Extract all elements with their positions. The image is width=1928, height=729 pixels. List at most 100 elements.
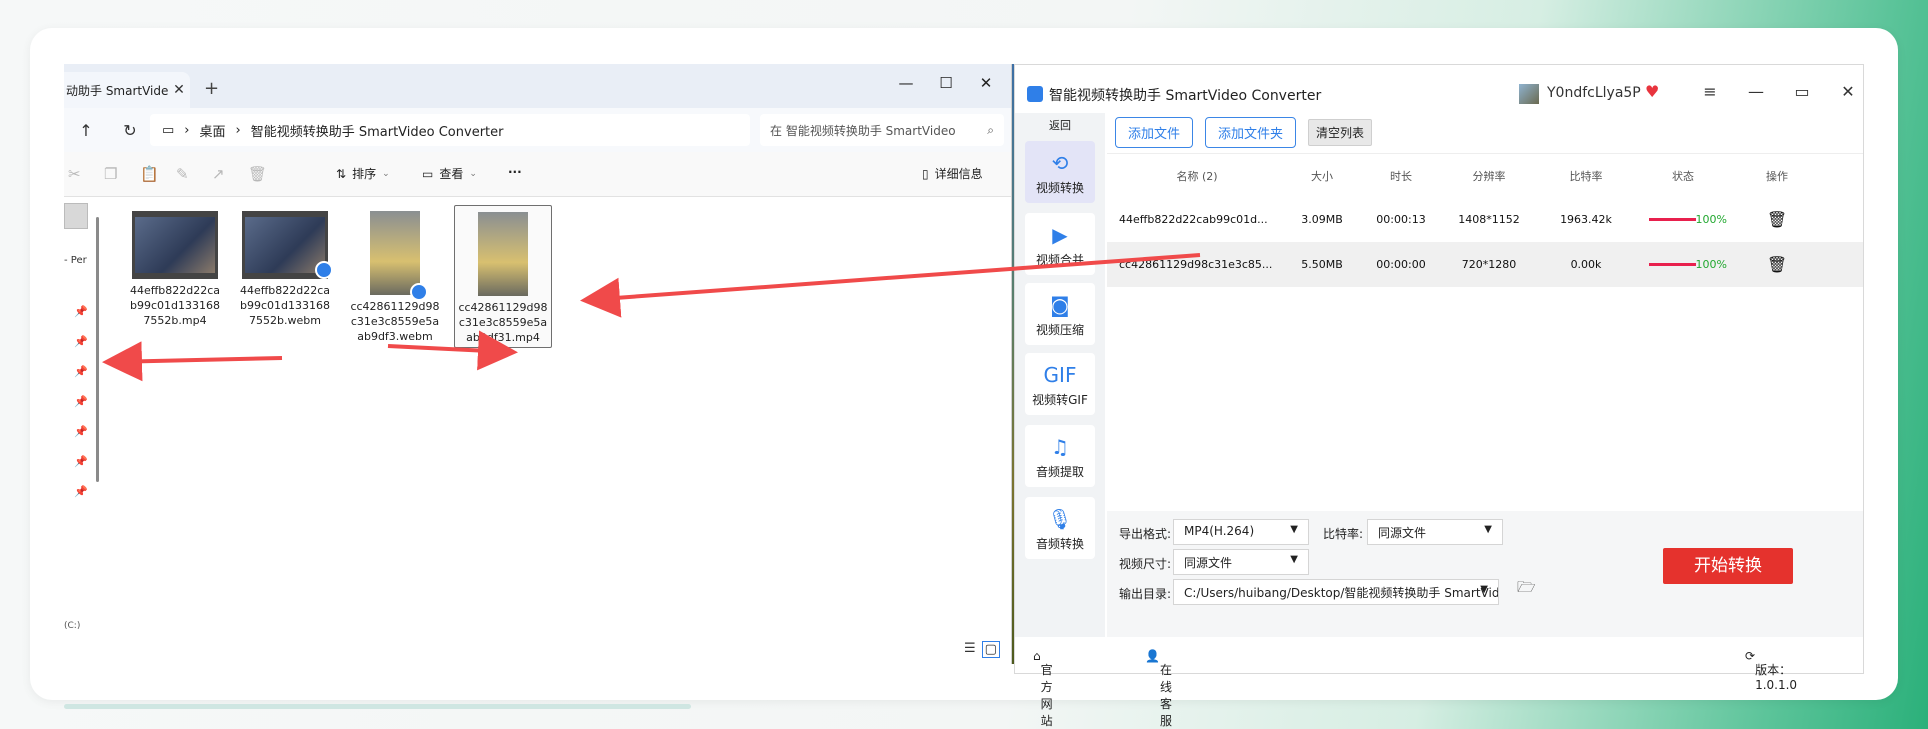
minimize-button[interactable]: — — [886, 70, 926, 96]
grid-view-icon[interactable]: ▢ — [981, 641, 1000, 658]
pin-icon[interactable]: 📌 — [74, 485, 88, 498]
file-name: cc42861129d98c31e3c8559e5aab9df3.webm — [350, 300, 440, 343]
output-dir-select[interactable]: C:/Users/huibang/Desktop/智能视频转换助手 SmartV… — [1173, 579, 1499, 605]
vip-heart-icon[interactable]: ♥ — [1645, 82, 1659, 101]
breadcrumb-folder[interactable]: 智能视频转换助手 SmartVideo Converter — [251, 121, 504, 140]
header-status: 状态 — [1672, 169, 1694, 183]
vertical-scrollbar[interactable] — [96, 217, 99, 482]
maximize-button[interactable]: ▭ — [1787, 82, 1817, 101]
sidebar-item-4[interactable]: ♫ 音频提取 — [1025, 425, 1095, 487]
website-link[interactable]: ⌂ 官方网站 — [1033, 649, 1053, 728]
pin-icon[interactable]: 📌 — [74, 455, 88, 468]
file-item[interactable]: 44effb822d22cab99c01d1331687552b.mp4 — [126, 205, 224, 328]
back-button[interactable]: 返回 — [1015, 113, 1105, 135]
more-options-icon[interactable]: ··· — [508, 165, 522, 179]
cell-bitrate: 1963.42k — [1560, 213, 1612, 226]
header-duration: 时长 — [1390, 169, 1412, 183]
header-resolution: 分辨率 — [1472, 169, 1506, 183]
clear-list-button[interactable]: 清空列表 — [1308, 118, 1373, 146]
sidebar-item-2[interactable]: ◙ 视频压缩 — [1025, 283, 1095, 345]
username[interactable]: Y0ndfcLlya5P — [1547, 85, 1641, 101]
video-thumbnail — [370, 211, 428, 301]
add-folder-button[interactable]: 添加文件夹 — [1205, 116, 1297, 148]
folder-open-icon[interactable]: 🗁 — [1517, 577, 1536, 602]
details-button[interactable]: ▯ 详细信息 — [922, 165, 983, 182]
avatar[interactable] — [1519, 84, 1539, 104]
add-file-button[interactable]: 添加文件 — [1115, 116, 1194, 148]
paste-icon[interactable]: 📋 — [140, 165, 159, 183]
size-label: 视频尺寸: — [1119, 557, 1172, 571]
details-label: 详细信息 — [934, 167, 983, 181]
sidebar-tool-icon: ⟲ — [1051, 151, 1069, 175]
bitrate-select[interactable]: 同源文件 ▼ — [1367, 519, 1503, 545]
format-value: MP4(H.264) — [1184, 524, 1255, 538]
close-button[interactable]: ✕ — [966, 70, 1006, 96]
header-operation: 操作 — [1766, 169, 1788, 183]
monitor-icon: ▭ — [162, 122, 175, 138]
table-row[interactable]: cc42861129d98c31e3c85... 5.50MB 00:00:00 72… — [1107, 242, 1863, 287]
pin-icon[interactable]: 📌 — [74, 305, 88, 318]
file-explorer-window: 动助手 SmartVideo ✕ + — ☐ ✕ ↑ ↻ ▭ › 桌面 › 智能… — [64, 64, 1012, 664]
file-item[interactable]: 44effb822d22cab99c01d1331687552b.webm — [236, 205, 334, 328]
close-tab-icon[interactable]: ✕ — [168, 82, 190, 98]
cell-status: 100% — [1639, 213, 1727, 226]
format-select[interactable]: MP4(H.264) ▼ — [1173, 519, 1309, 545]
trash-icon[interactable]: 🗑 — [1767, 210, 1787, 229]
pin-icon[interactable]: 📌 — [74, 425, 88, 438]
minimize-button[interactable]: — — [1741, 82, 1771, 101]
caret-down-icon: ▼ — [1480, 584, 1488, 595]
video-thumbnail — [242, 211, 333, 279]
pin-icon[interactable]: 📌 — [74, 395, 88, 408]
nav-item-fragment[interactable]: - Per — [64, 255, 87, 266]
pin-icon[interactable]: 📌 — [74, 335, 88, 348]
sort-button[interactable]: ⇅ 排序 ⌄ — [336, 165, 390, 182]
support-link[interactable]: 👤 在线客服 — [1145, 649, 1172, 728]
view-button[interactable]: ▭ 查看 ⌄ — [422, 165, 477, 182]
table-row[interactable]: 44effb822d22cab99c01d... 3.09MB 00:00:13 14… — [1107, 197, 1863, 242]
search-input[interactable]: 在 智能视频转换助手 SmartVideo ⌕ — [760, 114, 1004, 146]
cut-icon[interactable]: ✂ — [68, 165, 81, 183]
up-arrow-icon[interactable]: ↑ — [64, 121, 108, 140]
sidebar-item-0[interactable]: ⟲ 视频转换 — [1025, 141, 1095, 203]
search-placeholder: 在 智能视频转换助手 SmartVideo — [770, 123, 956, 138]
copy-icon[interactable]: ❐ — [104, 165, 117, 183]
sort-icon: ⇅ — [336, 166, 347, 181]
start-convert-button[interactable]: 开始转换 — [1663, 548, 1793, 584]
trash-icon[interactable]: 🗑 — [1767, 255, 1787, 274]
cell-size: 3.09MB — [1301, 213, 1343, 226]
pin-icon[interactable]: 📌 — [74, 365, 88, 378]
share-icon[interactable]: ↗ — [212, 165, 225, 183]
close-button[interactable]: ✕ — [1833, 82, 1863, 101]
settings-panel: 导出格式: MP4(H.264) ▼ 比特率: 同源文件 ▼ 视频尺寸: 同源文… — [1107, 511, 1863, 637]
explorer-content: - Per 📌 📌 📌 📌 📌 📌 📌 (C:) 44effb822d22cab… — [64, 197, 1011, 664]
sidebar-item-1[interactable]: ▶ 视频合并 — [1025, 213, 1095, 275]
cell-duration: 00:00:00 — [1376, 258, 1426, 271]
sidebar-tool-icon: ♫ — [1051, 435, 1069, 459]
list-view-icon[interactable]: ☰ — [964, 641, 976, 658]
file-item[interactable]: cc42861129d98c31e3c8559e5aab9df3.webm — [346, 205, 444, 344]
bitrate-value: 同源文件 — [1378, 526, 1427, 540]
new-tab-button[interactable]: + — [204, 78, 219, 99]
sidebar-item-3[interactable]: GIF 视频转GIF — [1025, 353, 1095, 415]
website-label: 官方网站 — [1040, 663, 1053, 728]
delete-icon[interactable]: 🗑 — [248, 165, 267, 183]
file-table: 名称 (2) 大小 时长 分辨率 比特率 状态 操作 44effb822d22c… — [1107, 153, 1863, 287]
action-bar: 添加文件 添加文件夹 清空列表 — [1107, 113, 1863, 151]
size-select[interactable]: 同源文件 ▼ — [1173, 549, 1309, 575]
file-item[interactable]: cc42861129d98c31e3c8559e5aab9df31.mp4 — [454, 205, 552, 348]
breadcrumb-desktop[interactable]: 桌面 — [200, 121, 226, 140]
explorer-tab[interactable]: 动助手 SmartVideo ✕ — [64, 72, 190, 108]
breadcrumb[interactable]: ▭ › 桌面 › 智能视频转换助手 SmartVideo Converter — [150, 114, 750, 146]
rename-icon[interactable]: ✎ — [176, 165, 189, 183]
cell-duration: 00:00:13 — [1376, 213, 1426, 226]
sidebar-item-5[interactable]: 🎙 音频转换 — [1025, 497, 1095, 559]
horizontal-scrollbar[interactable] — [64, 704, 691, 709]
drive-item-fragment[interactable]: (C:) — [64, 621, 80, 631]
header-name: 名称 (2) — [1176, 169, 1218, 183]
nav-folder-icon[interactable] — [64, 203, 88, 229]
maximize-button[interactable]: ☐ — [926, 70, 966, 96]
cell-size: 5.50MB — [1301, 258, 1343, 271]
refresh-icon[interactable]: ↻ — [108, 121, 152, 140]
header-size: 大小 — [1311, 169, 1333, 183]
menu-icon[interactable]: ≡ — [1695, 82, 1725, 101]
